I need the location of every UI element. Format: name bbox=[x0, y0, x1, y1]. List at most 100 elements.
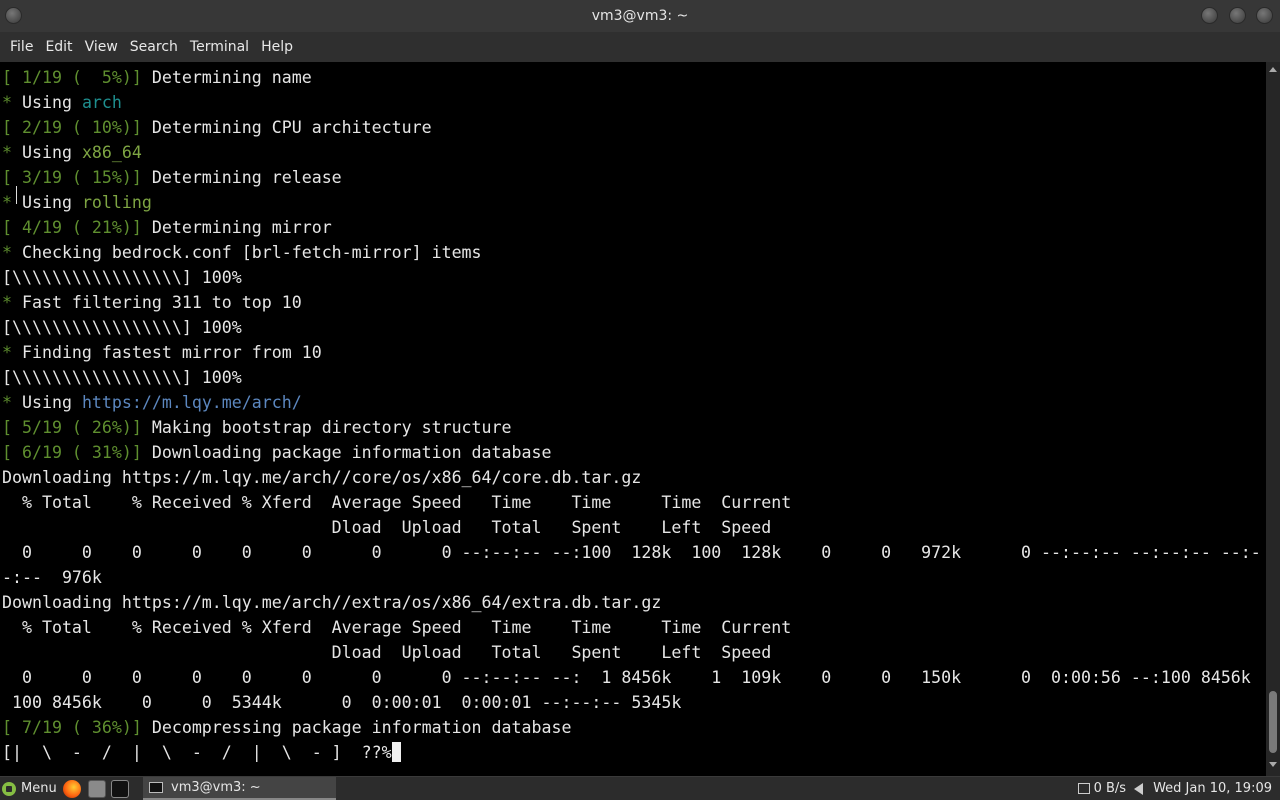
terminal-launcher-icon[interactable] bbox=[111, 780, 129, 798]
terminal-line: 0 0 0 0 0 0 0 0 --:--:-- --:100 128k 100… bbox=[2, 540, 1261, 565]
terminal-text: Downloading package information database bbox=[151, 443, 552, 462]
terminal-output[interactable]: [ 1/19 ( 5%)] Determining name * Using ar… bbox=[0, 62, 1266, 776]
menu-search[interactable]: Search bbox=[124, 32, 184, 62]
menu-help[interactable]: Help bbox=[255, 32, 299, 62]
terminal-text: Using bbox=[21, 393, 82, 412]
terminal-text: Finding fastest mirror from 10 bbox=[21, 343, 322, 362]
start-menu-button[interactable]: Menu bbox=[2, 777, 57, 800]
terminal-text: Fast filtering 311 to top 10 bbox=[21, 293, 302, 312]
terminal-text: * bbox=[2, 243, 22, 262]
terminal-text: https://m.lqy.me/arch/ bbox=[81, 393, 302, 412]
terminal-line: [\\\\\\\\\\\\\\\\\] 100% bbox=[2, 265, 1261, 290]
terminal-text: [ 4/19 ( 21%)] bbox=[2, 218, 152, 237]
terminal-text: Using bbox=[21, 143, 82, 162]
terminal-line: [ 6/19 ( 31%)] Downloading package infor… bbox=[2, 440, 1261, 465]
taskbar: Menu vm3@vm3: ~ 0 B/s Wed Jan 10, 19:09 bbox=[0, 776, 1280, 800]
terminal-line: [ 3/19 ( 15%)] Determining release bbox=[2, 165, 1261, 190]
terminal-line: [ 1/19 ( 5%)] Determining name bbox=[2, 65, 1261, 90]
terminal-text: Checking bedrock.conf [brl-fetch-mirror]… bbox=[21, 243, 482, 262]
network-icon[interactable] bbox=[1077, 783, 1090, 794]
menu-edit[interactable]: Edit bbox=[39, 32, 78, 62]
terminal-text: arch bbox=[81, 93, 122, 112]
clock[interactable]: Wed Jan 10, 19:09 bbox=[1153, 781, 1280, 796]
terminal-line: * Checking bedrock.conf [brl-fetch-mirro… bbox=[2, 240, 1261, 265]
terminal-line: Dload Upload Total Spent Left Speed bbox=[2, 640, 1261, 665]
scrollbar-thumb[interactable] bbox=[1269, 691, 1277, 753]
scroll-up-arrow-icon[interactable] bbox=[1269, 67, 1277, 72]
volume-icon[interactable] bbox=[1134, 782, 1144, 795]
terminal-text: [ 5/19 ( 26%)] bbox=[2, 418, 152, 437]
terminal-text: [ 7/19 ( 36%)] bbox=[2, 718, 152, 737]
terminal-text: Determining mirror bbox=[151, 218, 332, 237]
terminal-text: 0 0 0 0 0 0 0 0 --:--:-- --: 1 8456k 1 1… bbox=[2, 668, 1251, 687]
start-menu-label: Menu bbox=[21, 781, 57, 796]
terminal-line: [ 2/19 ( 10%)] Determining CPU architect… bbox=[2, 115, 1261, 140]
firefox-icon[interactable] bbox=[63, 780, 81, 798]
terminal-line: * Using https://m.lqy.me/arch/ bbox=[2, 390, 1261, 415]
menu-view[interactable]: View bbox=[79, 32, 124, 62]
terminal-line: * Finding fastest mirror from 10 bbox=[2, 340, 1261, 365]
maximize-button[interactable] bbox=[1229, 7, 1246, 24]
terminal-text: [| \ - / | \ - / | \ - ] ??% bbox=[2, 743, 392, 762]
terminal-text: [\\\\\\\\\\\\\\\\\] 100% bbox=[2, 368, 242, 387]
menu-terminal[interactable]: Terminal bbox=[184, 32, 255, 62]
mint-logo-icon bbox=[2, 781, 16, 796]
network-speed: 0 B/s bbox=[1093, 781, 1127, 796]
terminal-window-icon bbox=[149, 782, 163, 793]
window-title: vm3@vm3: ~ bbox=[591, 8, 689, 24]
terminal-text: Dload Upload Total Spent Left Speed bbox=[2, 518, 772, 537]
minimize-button[interactable] bbox=[1201, 7, 1218, 24]
scroll-down-arrow-icon[interactable] bbox=[1269, 762, 1277, 767]
system-tray: 0 B/s Wed Jan 10, 19:09 bbox=[1077, 777, 1280, 800]
terminal-scrollbar[interactable] bbox=[1266, 62, 1280, 776]
terminal-line: * Fast filtering 311 to top 10 bbox=[2, 290, 1261, 315]
terminal-text: Dload Upload Total Spent Left Speed bbox=[2, 643, 772, 662]
terminal-line: Downloading https://m.lqy.me/arch//core/… bbox=[2, 465, 1261, 490]
close-button[interactable] bbox=[1256, 7, 1273, 24]
terminal-text: * bbox=[2, 393, 22, 412]
terminal-line: [\\\\\\\\\\\\\\\\\] 100% bbox=[2, 315, 1261, 340]
terminal-text: [ 2/19 ( 10%)] bbox=[2, 118, 152, 137]
terminal-text: * bbox=[2, 93, 22, 112]
terminal-line: % Total % Received % Xferd Average Speed… bbox=[2, 615, 1261, 640]
terminal-text: [\\\\\\\\\\\\\\\\\] 100% bbox=[2, 268, 242, 287]
terminal-text: Downloading https://m.lqy.me/arch//extra… bbox=[2, 593, 662, 612]
terminal-line: 100 8456k 0 0 5344k 0 0:00:01 0:00:01 --… bbox=[2, 690, 1261, 715]
terminal-text: Downloading https://m.lqy.me/arch//core/… bbox=[2, 468, 642, 487]
taskbar-window-button[interactable]: vm3@vm3: ~ bbox=[143, 777, 336, 800]
terminal-lines: [ 1/19 ( 5%)] Determining name * Using ar… bbox=[2, 65, 1261, 765]
terminal-text: x86_64 bbox=[81, 143, 142, 162]
window-menu-button[interactable] bbox=[5, 7, 22, 24]
terminal-line: * Using arch bbox=[2, 90, 1261, 115]
terminal-text: [\\\\\\\\\\\\\\\\\] 100% bbox=[2, 318, 242, 337]
terminal-text: 0 0 0 0 0 0 0 0 --:--:-- --:100 128k 100… bbox=[2, 543, 1261, 562]
terminal-text: Using bbox=[21, 193, 82, 212]
terminal-text: [ 3/19 ( 15%)] bbox=[2, 168, 152, 187]
terminal-text: -:-- 976k bbox=[2, 568, 102, 587]
window-titlebar[interactable]: vm3@vm3: ~ bbox=[0, 0, 1280, 32]
terminal-text: Determining release bbox=[151, 168, 342, 187]
terminal-line: [ 4/19 ( 21%)] Determining mirror bbox=[2, 215, 1261, 240]
terminal-text: Using bbox=[21, 93, 82, 112]
terminal-line: 0 0 0 0 0 0 0 0 --:--:-- --: 1 8456k 1 1… bbox=[2, 665, 1261, 690]
terminal-text: % Total % Received % Xferd Average Speed… bbox=[2, 493, 792, 512]
terminal-text: rolling bbox=[81, 193, 152, 212]
terminal-text: * bbox=[2, 293, 22, 312]
terminal-text: * bbox=[2, 343, 22, 362]
terminal-line: -:-- 976k bbox=[2, 565, 1261, 590]
terminal-line: [ 7/19 ( 36%)] Decompressing package inf… bbox=[2, 715, 1261, 740]
terminal-line: * Using x86_64 bbox=[2, 140, 1261, 165]
terminal-text: Determining name bbox=[151, 68, 312, 87]
text-cursor-ibeam bbox=[16, 186, 23, 204]
terminal-line: % Total % Received % Xferd Average Speed… bbox=[2, 490, 1261, 515]
files-icon[interactable] bbox=[88, 780, 106, 798]
terminal-line: * Using rolling bbox=[2, 190, 1261, 215]
terminal-text: % Total % Received % Xferd Average Speed… bbox=[2, 618, 792, 637]
terminal-line: [ 5/19 ( 26%)] Making bootstrap director… bbox=[2, 415, 1261, 440]
terminal-text: * bbox=[2, 143, 22, 162]
terminal-text: [ 6/19 ( 31%)] bbox=[2, 443, 152, 462]
terminal-text: [ 1/19 ( 5%)] bbox=[2, 68, 152, 87]
terminal-text: 100 8456k 0 0 5344k 0 0:00:01 0:00:01 --… bbox=[2, 693, 682, 712]
menu-file[interactable]: File bbox=[4, 32, 39, 62]
terminal-line: Dload Upload Total Spent Left Speed bbox=[2, 515, 1261, 540]
